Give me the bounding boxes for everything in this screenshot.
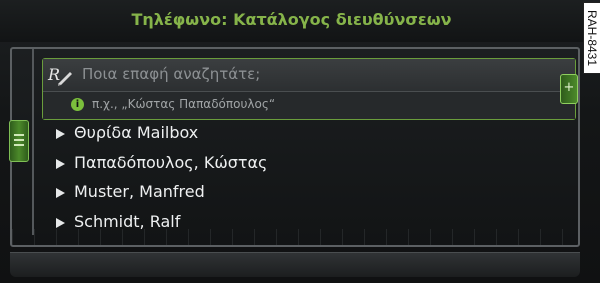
contact-list: Θυρίδα Mailbox Παπαδόπουλος, Κώστας Must… bbox=[56, 122, 556, 240]
list-item-muster[interactable]: Muster, Manfred bbox=[56, 181, 556, 211]
hint-text: π.χ., „Κώστας Παπαδόπουλος“ bbox=[92, 97, 276, 111]
arrow-right-icon bbox=[56, 129, 65, 139]
info-icon: i bbox=[71, 98, 84, 111]
figure-code-label: RAH-8431 bbox=[583, 2, 600, 74]
arrow-right-icon bbox=[56, 188, 65, 198]
left-rail bbox=[32, 49, 34, 235]
list-item-papadopoulos[interactable]: Παπαδόπουλος, Κώστας bbox=[56, 152, 556, 182]
page-title: Τηλέφωνο: Κατάλογος διευθύνσεων bbox=[0, 0, 583, 42]
menu-tab-button[interactable] bbox=[9, 120, 29, 162]
bottom-bar bbox=[10, 252, 580, 277]
list-item-label: Muster, Manfred bbox=[74, 182, 205, 201]
figure-code: RAH-8431 bbox=[585, 9, 599, 67]
list-item-label: Παπαδόπουλος, Κώστας bbox=[74, 152, 268, 172]
search-box[interactable]: R Ποια επαφή αναζητάτε; i π.χ., „Κώστας … bbox=[42, 58, 576, 120]
handwriting-search-icon: R bbox=[47, 65, 72, 86]
add-tab-button[interactable]: + bbox=[560, 74, 578, 104]
arrow-right-icon bbox=[56, 217, 65, 228]
add-icon: + bbox=[563, 80, 575, 95]
list-item-mailbox[interactable]: Θυρίδα Mailbox bbox=[56, 122, 556, 152]
list-item-label: Θυρίδα Mailbox bbox=[74, 123, 199, 142]
menu-icon bbox=[14, 134, 24, 149]
search-hint: i π.χ., „Κώστας Παπαδόπουλος“ bbox=[43, 92, 575, 119]
svg-text:R: R bbox=[47, 65, 60, 84]
screen: Τηλέφωνο: Κατάλογος διευθύνσεων R Ποια ε… bbox=[0, 0, 600, 283]
search-placeholder: Ποια επαφή αναζητάτε; bbox=[82, 65, 261, 83]
search-input[interactable]: R Ποια επαφή αναζητάτε; bbox=[43, 59, 575, 92]
list-item-label: Schmidt, Ralf bbox=[74, 211, 181, 231]
floor-grid-decoration bbox=[12, 229, 576, 245]
arrow-right-icon bbox=[56, 158, 65, 169]
